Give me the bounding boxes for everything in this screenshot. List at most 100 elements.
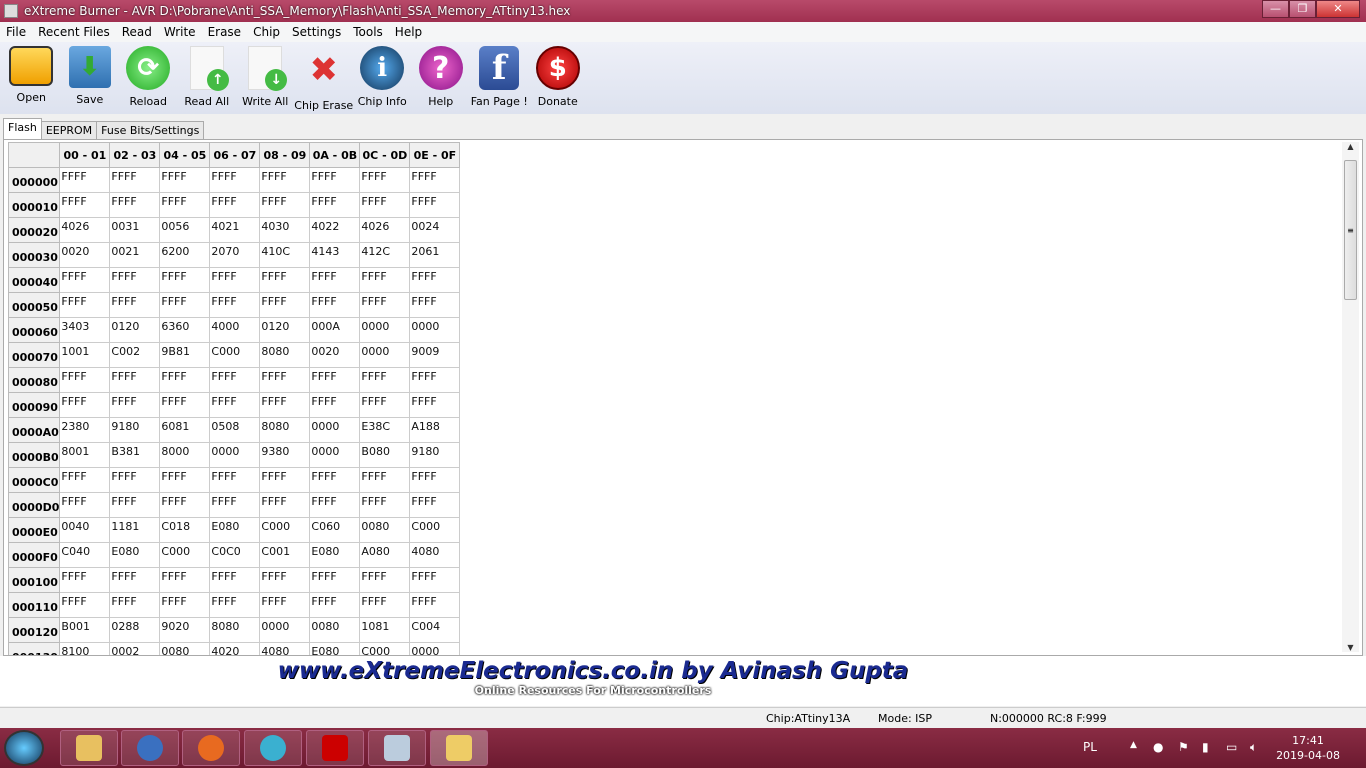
scroll-down-icon[interactable]: ▼ — [1342, 643, 1359, 652]
hex-cell[interactable]: 4080 — [259, 642, 311, 655]
power-icon[interactable]: ▮ — [1202, 740, 1209, 754]
hex-cell[interactable]: FFFF — [209, 192, 261, 218]
hex-cell[interactable]: 0508 — [209, 417, 261, 443]
hex-cell[interactable]: 2061 — [409, 242, 461, 268]
tab-fuse-bits-settings[interactable]: Fuse Bits/Settings — [96, 121, 205, 139]
hex-cell[interactable]: FFFF — [59, 167, 111, 193]
hex-cell[interactable]: 0002 — [109, 642, 161, 655]
hex-cell[interactable]: FFFF — [109, 167, 161, 193]
clock[interactable]: 17:41 2019-04-08 — [1276, 733, 1340, 763]
hex-cell[interactable]: C040 — [59, 542, 111, 568]
hex-cell[interactable]: FFFF — [159, 167, 211, 193]
menu-file[interactable]: File — [0, 25, 32, 39]
hex-cell[interactable]: FFFF — [409, 492, 461, 518]
hex-cell[interactable]: FFFF — [209, 492, 261, 518]
help-button[interactable]: ? Help — [412, 42, 471, 114]
hex-cell[interactable]: 4026 — [59, 217, 111, 243]
hex-cell[interactable]: C000 — [209, 342, 261, 368]
hex-cell[interactable]: FFFF — [259, 267, 311, 293]
menu-settings[interactable]: Settings — [286, 25, 347, 39]
hex-cell[interactable]: FFFF — [59, 467, 111, 493]
hex-cell[interactable]: 3403 — [59, 317, 111, 343]
hex-cell[interactable]: FFFF — [409, 592, 461, 618]
hex-cell[interactable]: C018 — [159, 517, 211, 543]
hex-cell[interactable]: FFFF — [59, 392, 111, 418]
hex-cell[interactable]: C000 — [259, 517, 311, 543]
hex-cell[interactable]: FFFF — [309, 267, 361, 293]
hex-cell[interactable]: FFFF — [259, 292, 311, 318]
action-center-icon[interactable]: ⚑ — [1178, 740, 1189, 754]
taskbar-explorer[interactable] — [60, 730, 118, 766]
hex-cell[interactable]: 8080 — [259, 417, 311, 443]
hex-cell[interactable]: 0031 — [109, 217, 161, 243]
hex-cell[interactable]: C0C0 — [209, 542, 261, 568]
hex-cell[interactable]: FFFF — [309, 167, 361, 193]
close-button[interactable]: ✕ — [1316, 0, 1360, 18]
hex-cell[interactable]: 1181 — [109, 517, 161, 543]
hex-cell[interactable]: FFFF — [259, 367, 311, 393]
hex-cell[interactable]: FFFF — [359, 467, 411, 493]
hex-cell[interactable]: C060 — [309, 517, 361, 543]
menu-chip[interactable]: Chip — [247, 25, 286, 39]
hex-cell[interactable]: 0000 — [409, 317, 461, 343]
hex-cell[interactable]: 0000 — [309, 417, 361, 443]
hex-cell[interactable]: 8080 — [259, 342, 311, 368]
hex-cell[interactable]: 410C — [259, 242, 311, 268]
hex-cell[interactable]: B381 — [109, 442, 161, 468]
hex-cell[interactable]: FFFF — [109, 292, 161, 318]
hex-cell[interactable]: 0021 — [109, 242, 161, 268]
taskbar-calculator[interactable] — [368, 730, 426, 766]
hex-cell[interactable]: A080 — [359, 542, 411, 568]
hex-cell[interactable]: FFFF — [359, 367, 411, 393]
hex-cell[interactable]: FFFF — [359, 192, 411, 218]
taskbar-extreme-burner[interactable] — [430, 730, 488, 766]
hex-cell[interactable]: C001 — [259, 542, 311, 568]
hex-cell[interactable]: FFFF — [409, 467, 461, 493]
hex-cell[interactable]: FFFF — [159, 192, 211, 218]
hex-cell[interactable]: FFFF — [59, 492, 111, 518]
hex-cell[interactable]: FFFF — [159, 592, 211, 618]
hex-cell[interactable]: FFFF — [109, 467, 161, 493]
hex-cell[interactable]: 412C — [359, 242, 411, 268]
hex-cell[interactable]: FFFF — [109, 592, 161, 618]
hex-cell[interactable]: FFFF — [159, 292, 211, 318]
hex-cell[interactable]: FFFF — [109, 392, 161, 418]
maximize-button[interactable]: ❐ — [1289, 0, 1316, 18]
hex-cell[interactable]: FFFF — [409, 167, 461, 193]
hex-cell[interactable]: A188 — [409, 417, 461, 443]
hex-cell[interactable]: FFFF — [109, 567, 161, 593]
hex-cell[interactable]: FFFF — [259, 392, 311, 418]
reload-button[interactable]: ⟳ Reload — [119, 42, 178, 114]
hex-cell[interactable]: FFFF — [109, 492, 161, 518]
hex-cell[interactable]: FFFF — [309, 392, 361, 418]
hex-cell[interactable]: B080 — [359, 442, 411, 468]
hex-cell[interactable]: 0080 — [359, 517, 411, 543]
hex-cell[interactable]: FFFF — [359, 267, 411, 293]
hex-cell[interactable]: FFFF — [159, 392, 211, 418]
tray-expand-icon[interactable]: ▲ — [1130, 740, 1137, 750]
hex-cell[interactable]: FFFF — [409, 392, 461, 418]
tab-eeprom[interactable]: EEPROM — [40, 121, 98, 139]
hex-cell[interactable]: B001 — [59, 617, 111, 643]
hex-cell[interactable]: FFFF — [309, 292, 361, 318]
hex-cell[interactable]: 000A — [309, 317, 361, 343]
hex-cell[interactable]: FFFF — [209, 367, 261, 393]
hex-cell[interactable]: FFFF — [209, 267, 261, 293]
hex-cell[interactable]: FFFF — [59, 592, 111, 618]
menu-tools[interactable]: Tools — [347, 25, 389, 39]
taskbar-acrobat[interactable] — [306, 730, 364, 766]
hex-cell[interactable]: 6200 — [159, 242, 211, 268]
hex-cell[interactable]: 0120 — [259, 317, 311, 343]
hex-cell[interactable]: 4080 — [409, 542, 461, 568]
hex-cell[interactable]: 4021 — [209, 217, 261, 243]
hex-cell[interactable]: 4022 — [309, 217, 361, 243]
hex-cell[interactable]: FFFF — [109, 192, 161, 218]
hex-cell[interactable]: C004 — [409, 617, 461, 643]
hex-cell[interactable]: 9180 — [409, 442, 461, 468]
donate-button[interactable]: $ Donate — [529, 42, 588, 114]
hex-cell[interactable]: 1081 — [359, 617, 411, 643]
hex-cell[interactable]: E080 — [309, 542, 361, 568]
chip-erase-button[interactable]: ✖ Chip Erase — [294, 42, 353, 114]
open-button[interactable]: Open — [2, 42, 61, 114]
hex-cell[interactable]: FFFF — [109, 367, 161, 393]
